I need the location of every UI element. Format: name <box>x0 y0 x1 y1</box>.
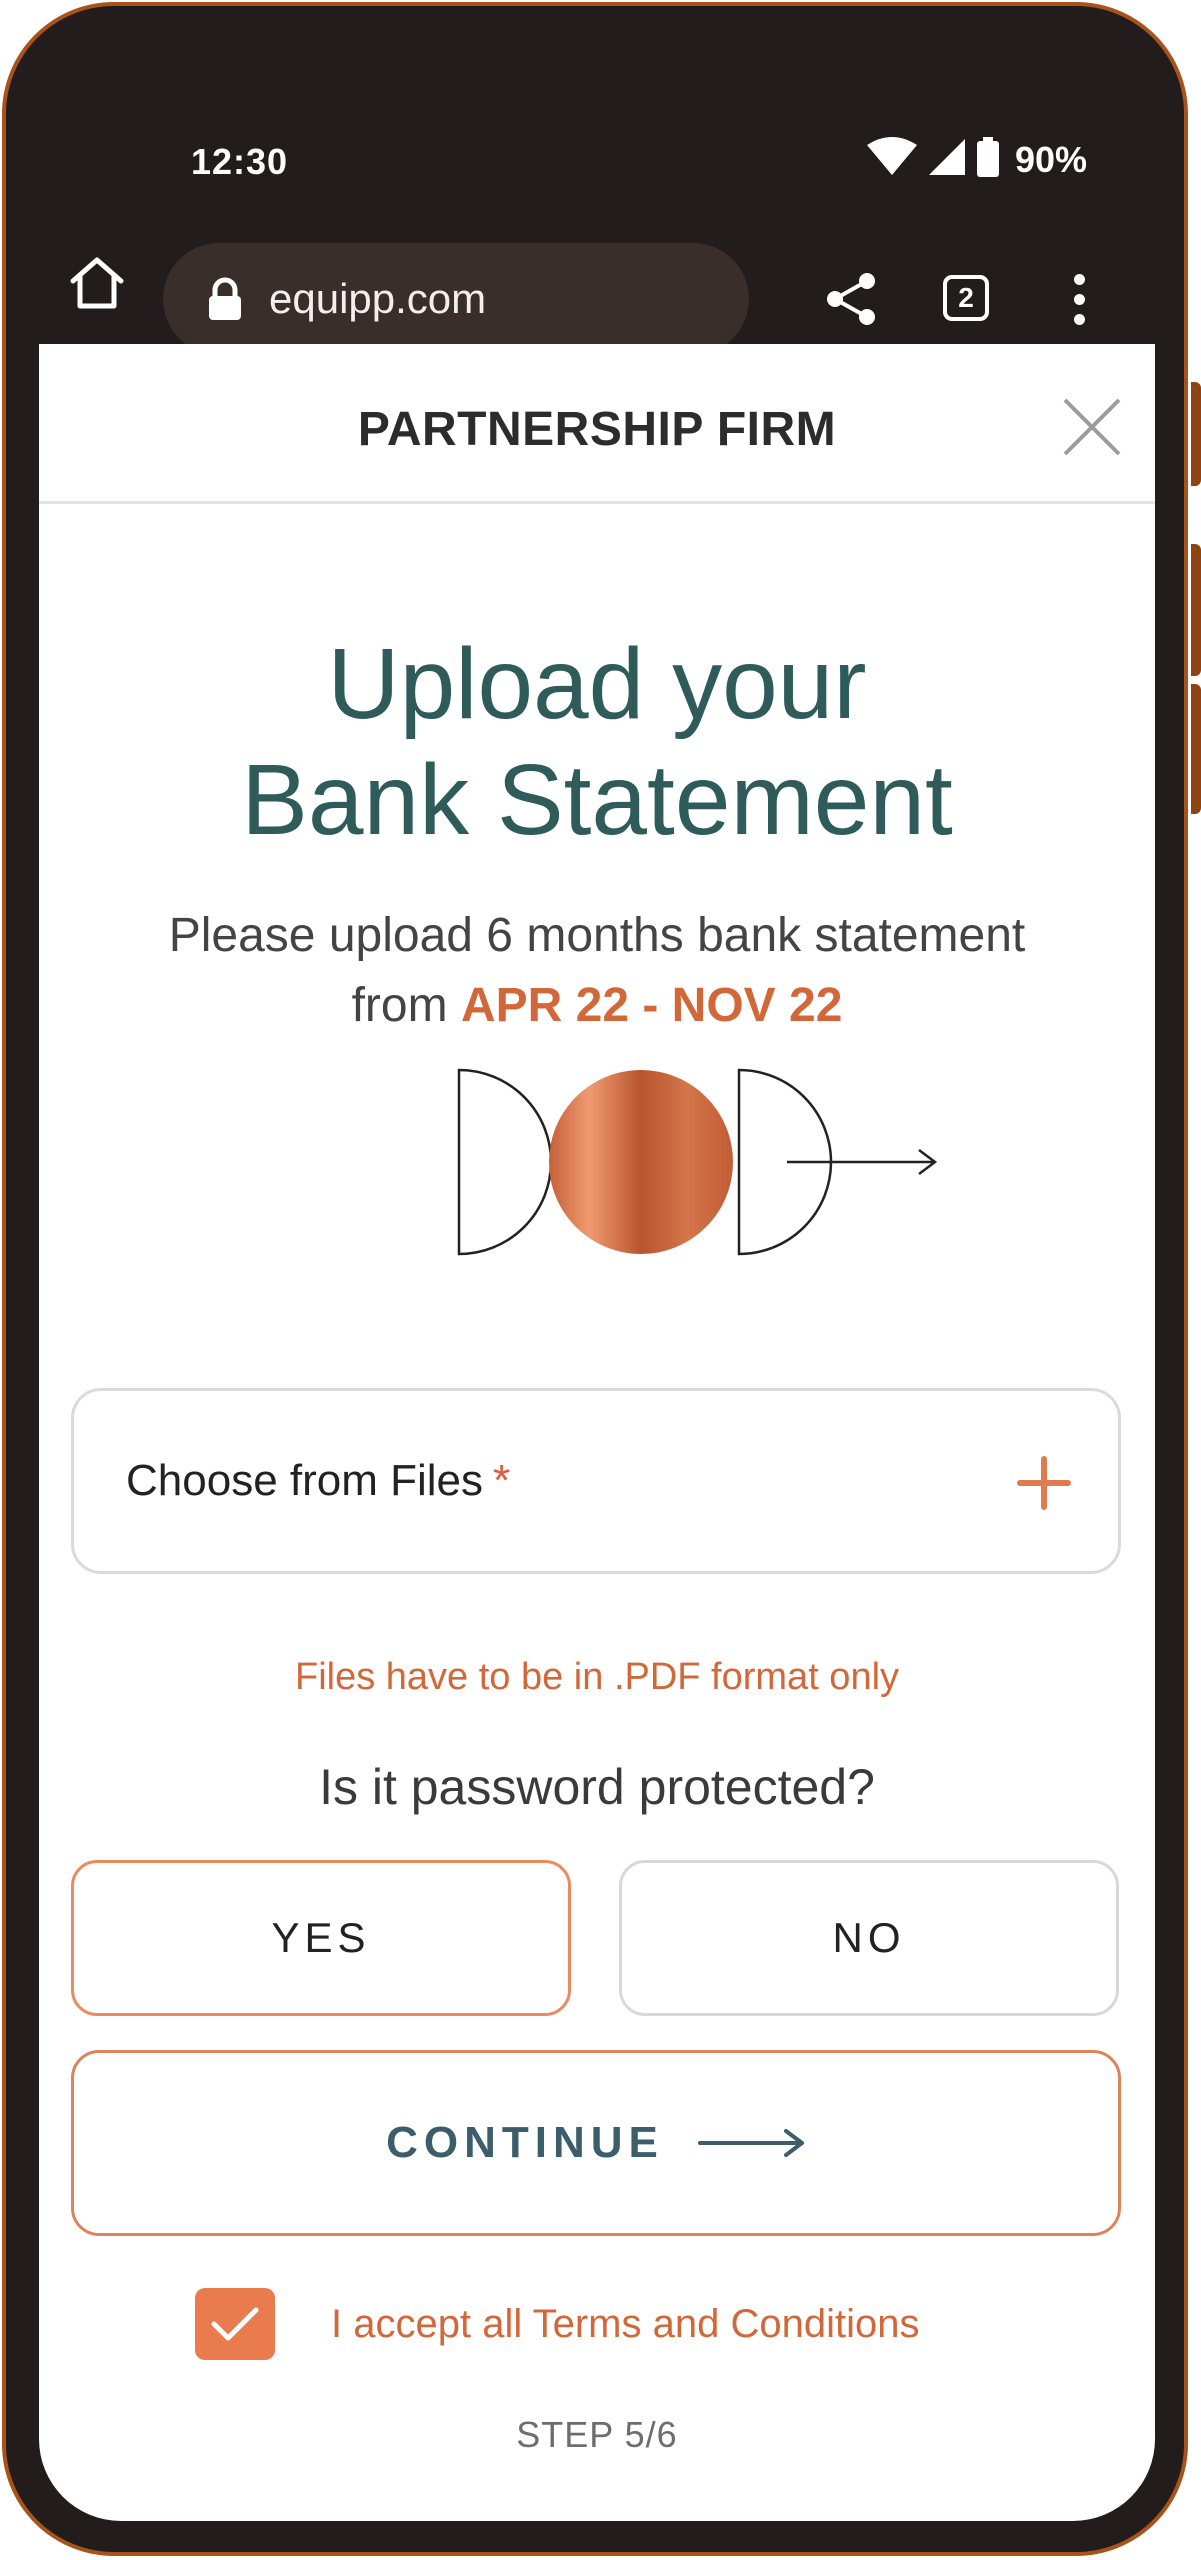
lock-icon <box>205 276 245 322</box>
continue-label: CONTINUE <box>386 2118 664 2167</box>
continue-button[interactable]: CONTINUE <box>71 2050 1121 2236</box>
instructions-line1: Please upload 6 months bank statement <box>168 909 1026 962</box>
add-file-icon[interactable] <box>1016 1455 1072 1511</box>
terms-label[interactable]: I accept all Terms and Conditions <box>331 2302 919 2347</box>
status-time: 12:30 <box>191 141 289 182</box>
address-bar[interactable]: equipp.com <box>163 243 749 355</box>
share-icon <box>827 273 875 325</box>
no-button[interactable]: NO <box>619 1860 1119 2016</box>
date-range: APR 22 - NOV 22 <box>460 979 843 1032</box>
share-button[interactable] <box>821 259 881 339</box>
home-icon <box>70 257 124 309</box>
choose-files-field[interactable]: Choose from Files * <box>71 1388 1121 1574</box>
main-heading-line1: Upload your <box>327 628 867 740</box>
menu-dot-icon <box>1073 273 1085 285</box>
terms-row: I accept all Terms and Conditions <box>195 2288 919 2360</box>
device-stage: 12:30 90% equipp.com 2 PARTNERSHIP FIRM … <box>0 0 1201 2560</box>
instructions-from: from <box>351 979 448 1032</box>
status-bar: 12:30 90% <box>39 39 1155 209</box>
upload-instructions: Please upload 6 months bank statement fr… <box>39 901 1155 1041</box>
browser-menu-button[interactable] <box>1059 259 1099 339</box>
step-indicator: STEP 5/6 <box>516 2414 678 2455</box>
menu-dot-icon <box>1073 313 1085 325</box>
wifi-icon <box>866 137 917 182</box>
choose-files-text: Choose from Files <box>126 1456 484 1505</box>
instructions-line2: from APR 22 - NOV 22 <box>39 971 1155 1041</box>
phone-screen: 12:30 90% equipp.com 2 PARTNERSHIP FIRM … <box>39 39 1155 2521</box>
battery-icon <box>976 137 999 182</box>
choose-files-label: Choose from Files * <box>126 1456 510 1506</box>
menu-dot-icon <box>1073 293 1085 305</box>
status-icons: 90% <box>866 137 1087 182</box>
web-page: PARTNERSHIP FIRM Upload your Bank Statem… <box>39 344 1155 2521</box>
close-icon <box>1063 398 1121 456</box>
browser-toolbar: equipp.com 2 <box>39 209 1155 355</box>
home-button[interactable] <box>57 243 137 323</box>
cellular-signal-icon <box>927 137 967 182</box>
tab-switcher-button[interactable]: 2 <box>943 275 989 321</box>
main-heading-line2: Bank Statement <box>241 744 953 856</box>
terms-checkbox[interactable] <box>195 2288 275 2360</box>
required-indicator: * <box>493 1456 511 1505</box>
yes-button[interactable]: YES <box>71 1860 571 2016</box>
arrow-right-icon <box>697 2129 804 2157</box>
volume-up-button <box>1191 382 1201 486</box>
url-text: equipp.com <box>269 275 487 322</box>
page-header: PARTNERSHIP FIRM <box>39 344 1155 504</box>
page-title: PARTNERSHIP FIRM <box>357 403 837 456</box>
power-button <box>1191 684 1201 814</box>
close-button[interactable] <box>1057 392 1127 462</box>
main-heading: Upload your Bank Statement <box>39 626 1155 858</box>
upload-illustration <box>457 1068 938 1256</box>
checkmark-icon <box>211 2307 259 2341</box>
volume-down-button <box>1191 544 1201 676</box>
password-question: Is it password protected? <box>319 1759 875 1815</box>
file-format-note: Files have to be in .PDF format only <box>294 1656 900 1698</box>
battery-percentage: 90% <box>1014 138 1087 180</box>
